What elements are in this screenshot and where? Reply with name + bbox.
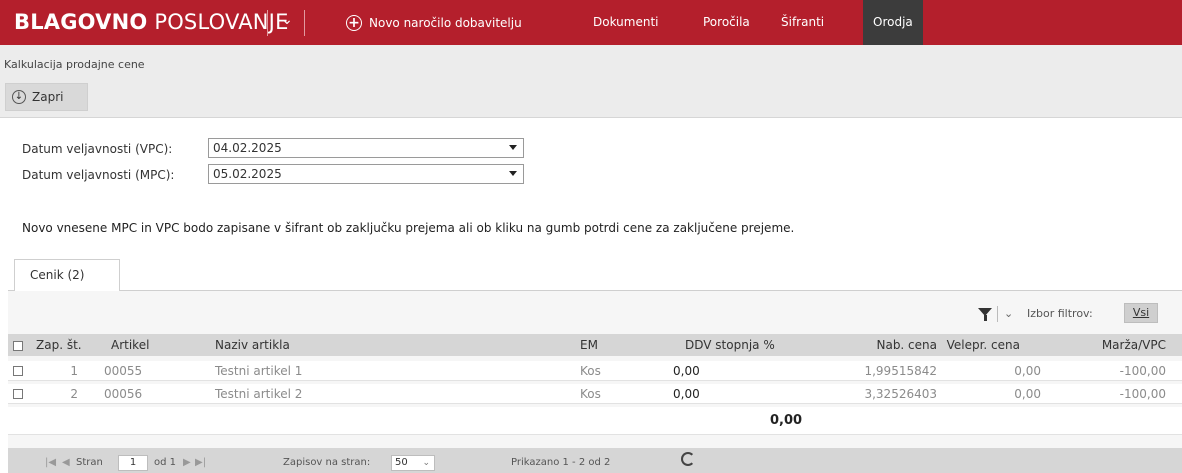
new-order-button[interactable]: + Novo naročilo dobavitelju [346,13,522,33]
cell-ddv[interactable]: 0,00 [673,384,700,404]
col-nab-cena[interactable]: Nab. cena [820,335,937,355]
col-zap-st[interactable]: Zap. št. [36,335,82,355]
cell-naziv: Testni artikel 2 [215,387,303,401]
cell-nab-cena: 3,32526403 [864,387,937,401]
app-title[interactable]: BLAGOVNO POSLOVANJE [14,10,289,34]
dropdown-arrow-icon [509,145,517,150]
cell-zap: 2 [70,387,78,401]
nav-dokumenti[interactable]: Dokumenti [583,0,668,45]
pager-summary: Prikazano 1 - 2 od 2 [511,457,611,468]
page-of-label: od 1 [154,457,177,468]
page-title: Kalkulacija prodajne cene [4,58,145,71]
cell-velepr-cena[interactable]: 0,00 [940,361,1041,381]
divider [304,10,305,36]
col-artikel[interactable]: Artikel [111,335,149,355]
close-button[interactable]: ↓ Zapri [5,83,88,111]
cell-velepr-cena[interactable]: 0,00 [940,384,1041,404]
dropdown-arrow-icon [509,171,517,176]
plus-circle-icon: + [346,15,362,31]
row-checkbox[interactable] [13,366,23,376]
download-circle-icon: ↓ [12,90,26,104]
divider [267,10,268,36]
filter-icon-stem [984,315,987,321]
col-velepr-cena[interactable]: Velepr. cena [940,335,1020,355]
page-input[interactable]: 1 [118,455,148,471]
nav-porocila[interactable]: Poročila [693,0,760,45]
cell-zap: 1 [70,364,78,378]
per-page-value: 50 [395,457,408,468]
new-order-label: Novo naročilo dobavitelju [369,16,522,30]
first-page-icon[interactable]: |◀ [45,457,56,468]
vpc-date-value: 04.02.2025 [213,141,282,155]
info-note: Novo vnesene MPC in VPC bodo zapisane v … [22,221,795,235]
cell-naziv: Testni artikel 1 [215,364,303,378]
col-naziv[interactable]: Naziv artikla [215,335,290,355]
last-page-icon[interactable]: ▶| [195,457,206,468]
divider [997,306,998,322]
per-page-label: Zapisov na stran: [283,457,371,468]
filter-all-button[interactable]: Vsi [1124,303,1158,323]
prev-page-icon[interactable]: ◀ [62,457,70,468]
col-marza[interactable]: Marža/VPC [1070,335,1166,355]
select-all-checkbox[interactable] [13,341,23,351]
cell-ddv[interactable]: 0,00 [673,361,700,381]
mpc-date-label: Datum veljavnosti (MPC): [22,168,175,182]
cell-artikel: 00055 [104,364,143,378]
col-em[interactable]: EM [580,335,620,355]
tab-line [8,290,1182,291]
chevron-down-icon: ⌄ [422,458,430,468]
app-title-light: POSLOVANJE [154,10,289,34]
chevron-down-icon[interactable]: ⌄ [1004,307,1013,320]
ddv-total: 0,00 [770,413,803,428]
filter-select-label: Izbor filtrov: [1027,307,1093,320]
cell-em: Kos [580,364,601,378]
row-checkbox[interactable] [13,389,23,399]
cell-nab-cena: 1,99515842 [864,364,937,378]
app-title-bold: BLAGOVNO [14,10,148,34]
grid-summary-row [8,407,1182,435]
vpc-date-select[interactable]: 04.02.2025 [208,138,524,158]
per-page-select[interactable]: 50 ⌄ [391,455,435,471]
mpc-date-select[interactable]: 05.02.2025 [208,164,524,184]
mpc-date-value: 05.02.2025 [213,167,282,181]
cell-marza[interactable]: -100,00 [1070,361,1166,381]
col-ddv[interactable]: DDV stopnja % [685,335,775,355]
close-label: Zapri [32,90,64,104]
next-page-icon[interactable]: ▶ [183,457,191,468]
tab-cenik[interactable]: Cenik (2) [14,259,120,291]
vpc-date-label: Datum veljavnosti (VPC): [22,142,173,156]
nav-sifranti[interactable]: Šifranti [771,0,834,45]
chevron-down-icon[interactable]: ⌄ [278,12,296,28]
cell-em: Kos [580,387,601,401]
cell-artikel: 00056 [104,387,143,401]
refresh-icon[interactable] [681,452,695,466]
page-label: Stran [76,457,103,468]
page-header [0,45,1182,118]
cell-marza[interactable]: -100,00 [1070,384,1166,404]
nav-orodja[interactable]: Orodja [863,0,923,45]
